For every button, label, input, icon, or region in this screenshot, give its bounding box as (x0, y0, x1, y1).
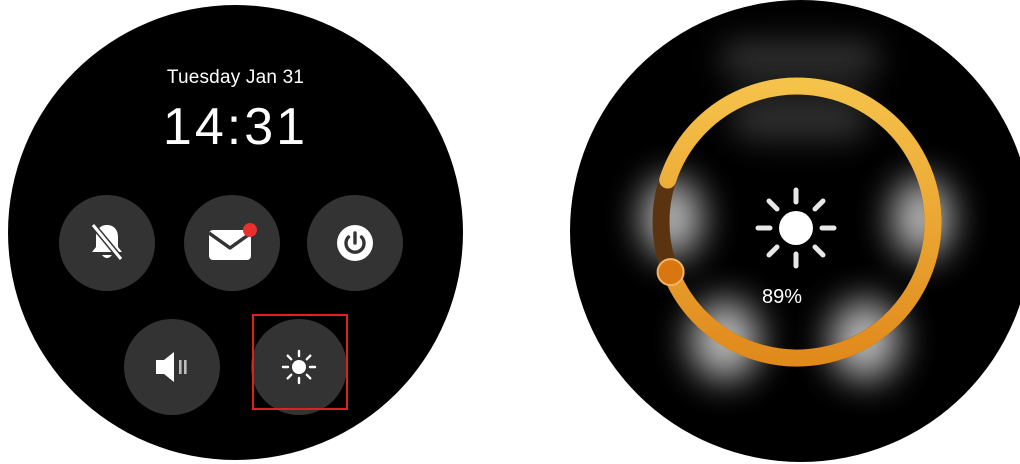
messages-button[interactable] (184, 195, 280, 291)
power-icon (336, 224, 374, 262)
date-label: Tuesday Jan 31 (166, 67, 305, 88)
screenshot-stage: Tuesday Jan 31 14:31 89% (0, 0, 1020, 464)
time-label: 14:31 (162, 98, 309, 156)
sound-button[interactable] (124, 319, 220, 415)
do-not-disturb-button[interactable] (59, 195, 155, 291)
speaker-icon (152, 349, 192, 385)
brightness-percent: 89% (761, 286, 803, 308)
quick-settings-screen: Tuesday Jan 31 14:31 (8, 5, 463, 460)
brightness-knob[interactable] (656, 258, 685, 287)
brightness-button[interactable] (251, 319, 347, 415)
bell-off-icon (87, 221, 127, 265)
power-button[interactable] (307, 195, 403, 291)
sun-icon (279, 347, 319, 387)
brightness-sun-icon (746, 178, 846, 283)
brightness-screen: 89% (570, 0, 1020, 462)
mail-icon (206, 222, 258, 264)
